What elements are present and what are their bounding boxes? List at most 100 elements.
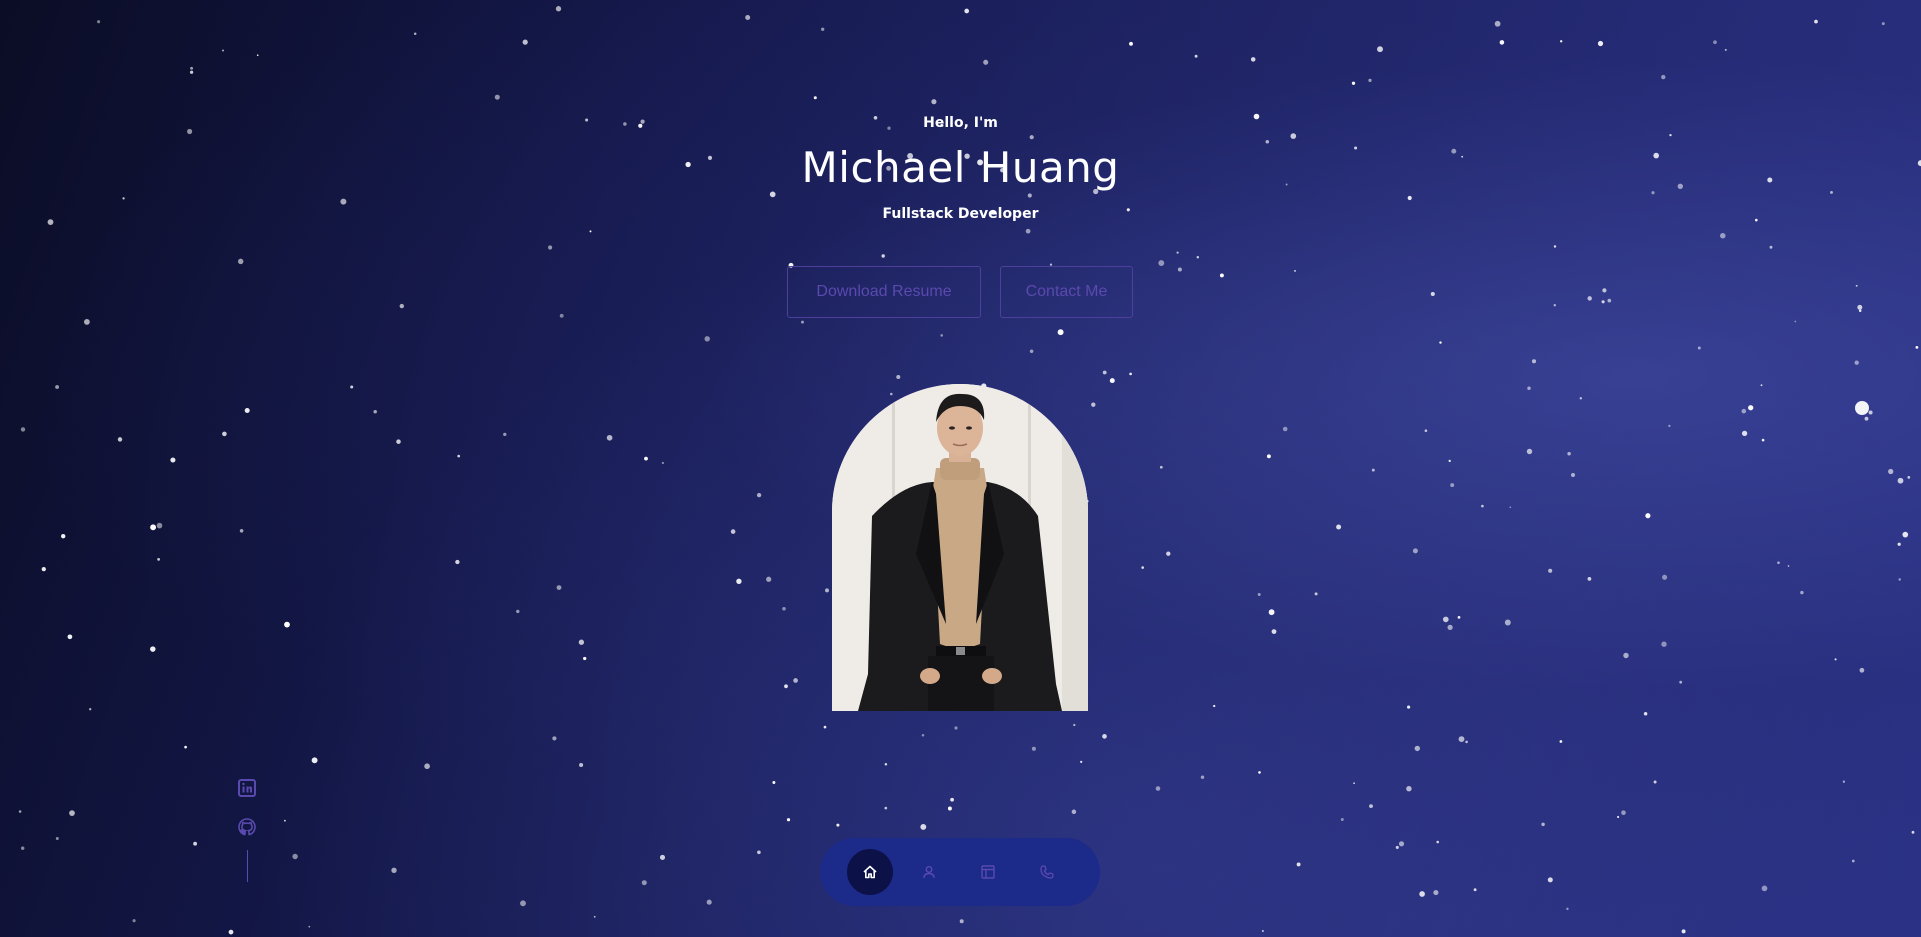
star: [228, 929, 234, 935]
star: [1351, 81, 1356, 85]
star: [964, 8, 970, 14]
star: [931, 99, 937, 105]
star: [311, 757, 318, 764]
star: [1447, 624, 1453, 631]
social-divider-line: [247, 850, 248, 882]
star: [1268, 609, 1275, 616]
star: [1760, 384, 1763, 387]
star: [122, 197, 125, 200]
star: [520, 900, 526, 907]
star: [156, 522, 163, 529]
nav-portfolio[interactable]: [965, 849, 1011, 895]
star: [813, 96, 817, 100]
star: [1566, 907, 1569, 911]
star: [644, 456, 648, 461]
download-resume-button[interactable]: Download Resume: [787, 266, 981, 318]
star: [890, 392, 893, 396]
star: [67, 634, 73, 640]
contact-me-button[interactable]: Contact Me: [1000, 266, 1133, 318]
star: [256, 54, 259, 57]
star: [1129, 372, 1132, 376]
star: [1219, 273, 1224, 278]
star: [1257, 593, 1261, 596]
portfolio-icon: [981, 865, 995, 879]
star: [1166, 551, 1171, 556]
star: [20, 427, 26, 432]
star: [189, 70, 194, 74]
star: [516, 609, 520, 614]
star: [1531, 359, 1537, 364]
star: [589, 230, 592, 233]
star: [1102, 370, 1107, 375]
star: [1177, 267, 1182, 272]
star: [494, 94, 500, 100]
star: [1681, 929, 1686, 934]
star: [1371, 468, 1375, 472]
star: [41, 566, 46, 572]
star: [1748, 405, 1754, 411]
nav-contact[interactable]: [1024, 849, 1070, 895]
star: [150, 524, 157, 531]
star: [606, 434, 613, 441]
star: [1567, 452, 1571, 456]
star: [1439, 341, 1442, 344]
star: [1091, 402, 1096, 407]
github-link[interactable]: [238, 818, 256, 836]
star: [292, 853, 298, 860]
star: [1881, 22, 1885, 26]
star: [1834, 658, 1837, 661]
star: [1176, 251, 1179, 254]
star: [1720, 232, 1726, 239]
star: [1025, 228, 1031, 234]
nav-home[interactable]: [847, 849, 893, 895]
star: [736, 578, 742, 584]
star: [578, 639, 585, 645]
star: [1419, 891, 1425, 897]
linkedin-link[interactable]: [238, 779, 256, 797]
star: [1741, 430, 1748, 437]
star: [413, 32, 417, 36]
star: [1911, 830, 1915, 834]
star: [1713, 40, 1717, 45]
star: [193, 841, 198, 846]
star: [766, 576, 772, 582]
star: [659, 854, 666, 860]
home-icon: [863, 865, 877, 879]
star: [579, 762, 584, 768]
star: [881, 254, 885, 258]
star: [1436, 840, 1439, 844]
star: [1859, 667, 1865, 673]
star: [157, 558, 160, 561]
star: [730, 529, 736, 534]
star: [1794, 320, 1797, 323]
phone-icon: [1040, 865, 1054, 879]
star: [1800, 590, 1804, 595]
star: [284, 621, 290, 628]
star: [921, 733, 925, 737]
star: [1504, 619, 1511, 626]
star: [1080, 760, 1083, 764]
star: [457, 454, 461, 458]
star: [1643, 711, 1648, 716]
star: [661, 461, 664, 465]
star: [391, 867, 397, 873]
star: [786, 818, 791, 822]
star: [1027, 193, 1032, 198]
star: [745, 15, 751, 20]
star: [1031, 746, 1036, 751]
star: [1761, 885, 1768, 892]
star: [555, 6, 562, 12]
star: [1898, 578, 1901, 581]
nav-about[interactable]: [906, 849, 952, 895]
star: [556, 585, 562, 590]
star: [150, 646, 156, 652]
star: [1433, 890, 1439, 896]
star: [1129, 41, 1133, 46]
star: [455, 559, 460, 565]
portrait-illustration: [832, 384, 1088, 711]
star: [1526, 448, 1533, 455]
star: [1679, 680, 1683, 684]
star: [1668, 424, 1671, 428]
star: [1395, 845, 1399, 849]
star: [896, 374, 901, 380]
